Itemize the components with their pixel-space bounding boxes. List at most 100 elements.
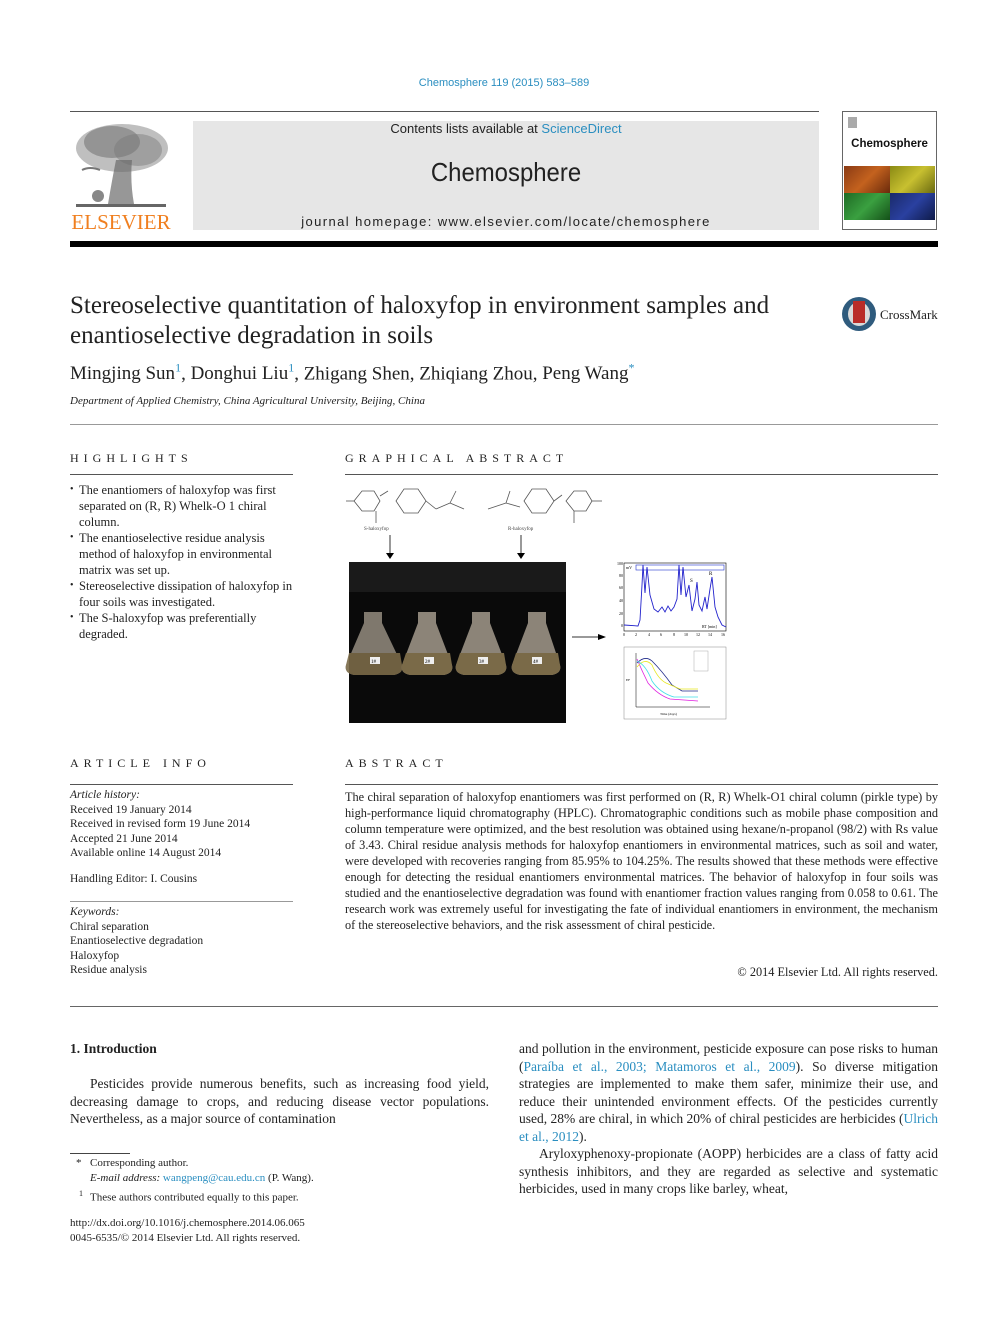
affiliation: Department of Applied Chemistry, China A… — [70, 395, 425, 407]
history-item: Available online 14 August 2014 — [70, 847, 222, 859]
cover-leaves-image — [844, 166, 935, 220]
y-tick: 0 — [621, 623, 623, 628]
keywords: Keywords: Chiral separation Enantioselec… — [70, 905, 300, 978]
journal-cover[interactable]: Chemosphere — [842, 111, 937, 230]
history-item: Received 19 January 2014 — [70, 803, 192, 816]
x-tick: 8 — [673, 632, 675, 637]
keywords-rule — [70, 901, 293, 902]
title-line-2: enantioselective degradation in soils — [70, 322, 434, 349]
peak-label-s: S — [690, 579, 693, 584]
author[interactable]: Zhigang Shen — [304, 363, 410, 384]
footnote-corresponding: * Corresponding author. — [76, 1157, 189, 1169]
author[interactable]: Donghui Liu1 — [191, 361, 295, 384]
label-s-haloxyfop: S-haloxyfop — [364, 527, 389, 532]
highlights-rule — [70, 474, 293, 475]
highlights-list: The enantiomers of haloxyfop was first s… — [70, 482, 296, 642]
highlight-item: Stereoselective dissipation of haloxyfop… — [70, 578, 296, 610]
elsevier-tree-icon — [76, 124, 168, 207]
contents-line: Contents lists available at ScienceDirec… — [193, 121, 819, 136]
degradation-y-label: EF — [626, 678, 630, 682]
email-link[interactable]: wangpeng@cau.edu.cn — [163, 1172, 265, 1184]
chromatogram-x-label: RT [min] — [702, 624, 717, 629]
elsevier-logo[interactable]: ELSEVIER — [70, 120, 172, 234]
author[interactable]: Peng Wang* — [542, 361, 635, 384]
chromatogram-chart: mV S R RT [min] 0 2 4 6 8 10 12 14 16 0 … — [617, 561, 727, 637]
y-tick: 40 — [619, 598, 623, 603]
introduction-heading: 1. Introduction — [70, 1041, 157, 1056]
chromatogram-y-unit: mV — [626, 565, 632, 570]
arrow-down-icon — [517, 535, 525, 559]
degradation-chart: EF Time (days) — [623, 646, 727, 720]
front-matter-rule — [70, 1006, 938, 1007]
r-haloxyfop-structure — [487, 488, 602, 523]
abstract-text: The chiral separation of haloxyfop enant… — [345, 790, 938, 932]
graphical-abstract-heading: GRAPHICAL ABSTRACT — [345, 451, 569, 465]
x-tick: 4 — [648, 632, 650, 637]
highlight-item: The S-haloxyfop was preferentially degra… — [70, 610, 296, 642]
keywords-label: Keywords: — [70, 906, 120, 918]
x-tick: 16 — [721, 632, 725, 637]
abstract-copyright: © 2014 Elsevier Ltd. All rights reserved… — [737, 965, 938, 979]
flask-label: 2# — [425, 660, 431, 665]
contents-prefix: Contents lists available at — [390, 121, 542, 136]
y-tick: 100 — [617, 561, 623, 566]
elsevier-mini-logo-icon — [848, 117, 857, 128]
author[interactable]: Zhiqiang Zhou — [419, 363, 532, 384]
section-divider — [70, 424, 938, 425]
graphical-abstract-rule — [345, 474, 938, 475]
keyword: Residue analysis — [70, 964, 147, 976]
doi-link[interactable]: http://dx.doi.org/10.1016/j.chemosphere.… — [70, 1216, 305, 1231]
flask-label: 1# — [371, 660, 377, 665]
journal-name: Chemosphere — [430, 157, 582, 187]
arrow-down-icon — [386, 535, 394, 559]
x-tick: 6 — [660, 632, 662, 637]
header-thick-rule — [70, 241, 938, 247]
history-label: Article history: — [70, 789, 140, 801]
abstract-heading: ABSTRACT — [345, 756, 448, 770]
abstract-rule — [345, 784, 938, 785]
intro-paragraph-right: and pollution in the environment, pestic… — [519, 1041, 938, 1144]
author-list: Mingjing Sun1, Donghui Liu1, Zhigang She… — [70, 361, 635, 385]
history-item: Received in revised form 19 June 2014 — [70, 818, 251, 830]
label-r-haloxyfop: R-haloxyfop — [508, 527, 534, 532]
journal-homepage[interactable]: journal homepage: www.elsevier.com/locat… — [193, 214, 819, 229]
issn-copyright: 0045-6535/© 2014 Elsevier Ltd. All right… — [70, 1232, 301, 1244]
arrow-right-icon — [572, 634, 606, 640]
article-history: Article history: Received 19 January 201… — [70, 788, 300, 886]
intro-paragraph-left: Pesticides provide numerous benefits, su… — [70, 1076, 489, 1127]
article-info-heading: ARTICLE INFO — [70, 756, 211, 770]
flask-label: 3# — [479, 660, 485, 665]
keyword: Enantioselective degradation — [70, 935, 204, 947]
history-item: Accepted 21 June 2014 — [70, 832, 178, 845]
highlight-item: The enantioselective residue analysis me… — [70, 530, 296, 578]
degradation-x-label: Time (days) — [660, 712, 678, 716]
article-title: Stereoselective quantitation of haloxyfo… — [70, 291, 830, 351]
crossmark-icon — [842, 297, 876, 331]
highlight-item: The enantiomers of haloxyfop was first s… — [70, 482, 296, 530]
x-tick: 0 — [623, 632, 625, 637]
handling-editor: Handling Editor: I. Cousins — [70, 872, 198, 885]
journal-citation[interactable]: Chemosphere 119 (2015) 583–589 — [0, 77, 992, 89]
citation-link[interactable]: Paraíba et al., 2003; Matamoros et al., … — [524, 1059, 796, 1074]
x-tick: 10 — [684, 632, 688, 637]
elsevier-wordmark: ELSEVIER — [71, 210, 171, 234]
cover-title: Chemosphere — [851, 138, 928, 150]
chromatogram-y-ticks: 0 20 40 60 80 100 — [617, 561, 623, 628]
footnote-equal: 1 These authors contributed equally to th… — [79, 1189, 299, 1204]
sciencedirect-link[interactable]: ScienceDirect — [541, 121, 621, 136]
graphical-abstract-figure[interactable]: S-haloxyfop R-haloxyfop 1# 2# 3# 4# mV S… — [340, 485, 740, 725]
author[interactable]: Mingjing Sun1 — [70, 361, 181, 384]
chromatogram-x-ticks: 0 2 4 6 8 10 12 14 16 — [623, 632, 725, 637]
x-tick: 14 — [708, 632, 712, 637]
y-tick: 80 — [619, 573, 623, 578]
footnote-email: E-mail address: wangpeng@cau.edu.cn (P. … — [90, 1172, 314, 1184]
x-tick: 12 — [696, 632, 700, 637]
y-tick: 20 — [619, 611, 623, 616]
footnote-rule — [70, 1153, 130, 1154]
highlights-heading: HIGHLIGHTS — [70, 451, 193, 465]
corresponding-author-mark[interactable]: * — [629, 361, 635, 375]
header-rule — [70, 111, 819, 112]
y-tick: 60 — [619, 585, 623, 590]
s-haloxyfop-structure — [346, 488, 465, 523]
crossmark-badge[interactable]: CrossMark — [842, 297, 942, 335]
